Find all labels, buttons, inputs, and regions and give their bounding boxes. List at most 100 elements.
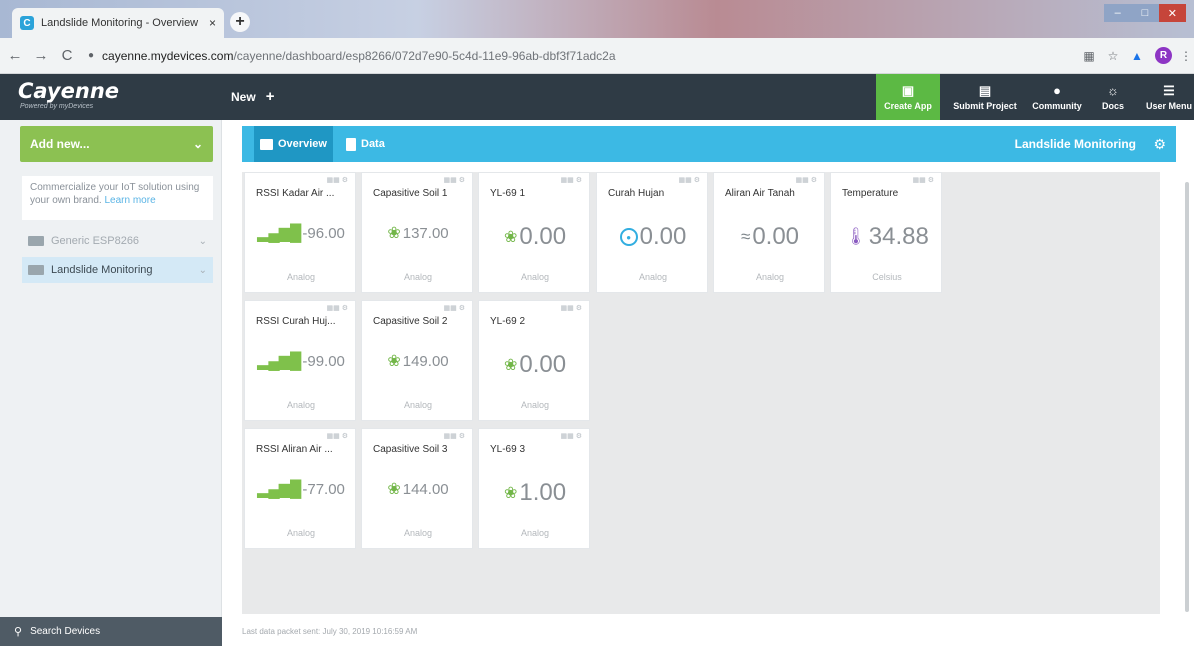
widget-tile[interactable]: ▦▦ ⚙ YL-69 3 ❀ 1.00 Analog bbox=[478, 428, 590, 549]
submit-project-button[interactable]: ▤ Submit Project bbox=[948, 74, 1022, 120]
widget-unit: Analog bbox=[520, 528, 550, 538]
widget-tile[interactable]: ▦▦ ⚙ Curah Hujan ● 0.00 Analog bbox=[596, 172, 708, 293]
widget-value: -77.00 bbox=[302, 480, 345, 498]
widget-name: Temperature bbox=[842, 188, 899, 199]
chevron-down-icon[interactable]: ⌄ bbox=[199, 265, 207, 276]
browser-tab-title: Landslide Monitoring - Overview bbox=[41, 17, 199, 29]
widget-tile[interactable]: ▦▦ ⚙ Temperature 🌡 34.88 Celsius bbox=[830, 172, 942, 293]
url-path: /cayenne/dashboard/esp8266/072d7e90-5c4d… bbox=[233, 48, 616, 63]
sidebar: Add new... ⌄ Commercialize your IoT solu… bbox=[0, 120, 222, 646]
chevron-down-icon[interactable]: ⌄ bbox=[199, 236, 207, 247]
widget-actions[interactable]: ▦▦ ⚙ bbox=[444, 432, 465, 440]
docs-label: Docs bbox=[1101, 100, 1124, 111]
sidebar-item-generic-esp8266[interactable]: Generic ESP8266 ⌄ bbox=[22, 228, 213, 254]
app-header: Cayenne Powered by myDevices New + ▣ Crea… bbox=[0, 74, 1194, 120]
add-new-label: Add new... bbox=[30, 137, 90, 151]
tab-overview[interactable]: Overview bbox=[254, 126, 333, 162]
widget-actions[interactable]: ▦▦ ⚙ bbox=[561, 432, 582, 440]
widget-unit: Analog bbox=[403, 528, 433, 538]
browser-tab[interactable]: C Landslide Monitoring - Overview × bbox=[12, 8, 224, 38]
widget-actions[interactable]: ▦▦ ⚙ bbox=[444, 176, 465, 184]
widget-tile[interactable]: ▦▦ ⚙ Aliran Air Tanah ≈0.00 Analog bbox=[713, 172, 825, 293]
community-button[interactable]: ● Community bbox=[1029, 74, 1085, 120]
widget-value-row: ● 0.00 bbox=[597, 223, 709, 251]
widget-name: RSSI Kadar Air ... bbox=[256, 188, 335, 199]
widget-actions[interactable]: ▦▦ ⚙ bbox=[327, 304, 348, 312]
widget-actions[interactable]: ▦▦ ⚙ bbox=[561, 304, 582, 312]
address-bar[interactable]: ● cayenne.mydevices.com/cayenne/dashboar… bbox=[88, 44, 1067, 68]
widget-tile[interactable]: ▦▦ ⚙ RSSI Curah Huj... ▂▄▆█ -99.00 Analog bbox=[244, 300, 356, 421]
widget-tile[interactable]: ▦▦ ⚙ Capasitive Soil 3 ❀ 144.00 Analog bbox=[361, 428, 473, 549]
close-tab-icon[interactable]: × bbox=[209, 16, 216, 30]
tab-data[interactable]: Data bbox=[342, 126, 389, 162]
bookmark-star-icon[interactable]: ☆ bbox=[1101, 49, 1125, 63]
add-new-button[interactable]: Add new... ⌄ bbox=[20, 126, 213, 162]
plant-icon: ❀ bbox=[387, 481, 401, 498]
widget-unit: Analog bbox=[520, 400, 550, 410]
submit-project-icon: ▤ bbox=[978, 82, 992, 98]
widget-tile[interactable]: ▦▦ ⚙ Capasitive Soil 2 ❀ 149.00 Analog bbox=[361, 300, 473, 421]
cayenne-logo[interactable]: Cayenne Powered by myDevices bbox=[18, 79, 119, 110]
close-window-icon[interactable]: ✕ bbox=[1158, 4, 1186, 22]
user-menu-button[interactable]: ☰ User Menu bbox=[1144, 74, 1194, 120]
widget-value-row: ❀ 149.00 bbox=[362, 351, 474, 371]
widget-actions[interactable]: ▦▦ ⚙ bbox=[796, 176, 817, 184]
widget-actions[interactable]: ▦▦ ⚙ bbox=[327, 176, 348, 184]
minimize-icon[interactable]: – bbox=[1104, 4, 1132, 22]
widget-unit: Analog bbox=[638, 272, 668, 282]
brand-subtitle: Powered by myDevices bbox=[20, 103, 94, 110]
forward-arrow-icon[interactable]: → bbox=[30, 47, 52, 64]
promo-box: Commercialize your IoT solution using yo… bbox=[22, 176, 213, 220]
hamburger-icon: ☰ bbox=[1163, 82, 1175, 98]
new-menu-button[interactable]: New + bbox=[231, 88, 274, 105]
widget-name: Capasitive Soil 3 bbox=[373, 444, 448, 455]
widget-tile[interactable]: ▦▦ ⚙ RSSI Kadar Air ... ▂▄▆█ -96.00 Analog bbox=[244, 172, 356, 293]
gear-icon[interactable]: ⚙ bbox=[1153, 136, 1166, 153]
learn-more-link[interactable]: Learn more bbox=[105, 195, 156, 206]
maximize-icon[interactable]: □ bbox=[1131, 4, 1159, 22]
create-app-icon: ▣ bbox=[901, 82, 915, 98]
plant-icon: ❀ bbox=[503, 357, 518, 374]
device-icon bbox=[28, 265, 44, 275]
create-app-button[interactable]: ▣ Create App bbox=[876, 74, 940, 120]
community-label: Community bbox=[1032, 100, 1082, 111]
scrollbar[interactable] bbox=[1185, 182, 1189, 612]
widget-actions[interactable]: ▦▦ ⚙ bbox=[679, 176, 700, 184]
url-domain: cayenne.mydevices.com bbox=[102, 48, 234, 63]
signal-bars-icon: ▂▄▆█ bbox=[257, 225, 301, 242]
browser-titlebar: C Landslide Monitoring - Overview × + – … bbox=[0, 0, 1194, 38]
new-tab-button[interactable]: + bbox=[230, 12, 250, 32]
widget-value-row: 🌡 34.88 bbox=[831, 223, 943, 251]
tab-data-label: Data bbox=[361, 138, 385, 150]
translate-icon[interactable]: ▦ bbox=[1077, 49, 1101, 63]
back-arrow-icon[interactable]: ← bbox=[4, 47, 26, 64]
chevron-down-icon: ⌄ bbox=[192, 137, 203, 151]
widget-value: 0.00 bbox=[519, 223, 567, 250]
widget-unit: Celsius bbox=[872, 272, 902, 282]
widget-name: Capasitive Soil 2 bbox=[373, 316, 448, 327]
docs-button[interactable]: ☼ Docs bbox=[1098, 74, 1128, 120]
thermometer-icon: 🌡 bbox=[845, 227, 867, 246]
data-icon bbox=[346, 137, 356, 151]
water-flow-icon: ≈ bbox=[740, 227, 751, 246]
widget-unit: Analog bbox=[520, 272, 550, 282]
widget-tile[interactable]: ▦▦ ⚙ Capasitive Soil 1 ❀ 137.00 Analog bbox=[361, 172, 473, 293]
extension-icon[interactable]: ▲ bbox=[1125, 49, 1149, 63]
widget-actions[interactable]: ▦▦ ⚙ bbox=[327, 432, 348, 440]
widget-value: 0.00 bbox=[639, 223, 687, 250]
widget-tile[interactable]: ▦▦ ⚙ YL-69 2 ❀ 0.00 Analog bbox=[478, 300, 590, 421]
widget-name: RSSI Aliran Air ... bbox=[256, 444, 333, 455]
profile-avatar[interactable]: R bbox=[1155, 47, 1172, 64]
widget-actions[interactable]: ▦▦ ⚙ bbox=[444, 304, 465, 312]
reload-icon[interactable]: C bbox=[56, 47, 78, 64]
dashboard-main: Overview Data Landslide Monitoring ⚙ ▦▦ … bbox=[222, 120, 1194, 646]
widget-tile[interactable]: ▦▦ ⚙ YL-69 1 ❀ 0.00 Analog bbox=[478, 172, 590, 293]
sidebar-item-landslide-monitoring[interactable]: Landslide Monitoring ⌄ bbox=[22, 257, 213, 283]
search-devices-input[interactable]: ⚲ Search Devices bbox=[0, 617, 222, 646]
browser-menu-icon[interactable]: ⋮ bbox=[1178, 49, 1194, 63]
widget-tile[interactable]: ▦▦ ⚙ RSSI Aliran Air ... ▂▄▆█ -77.00 Analog bbox=[244, 428, 356, 549]
plant-icon: ❀ bbox=[503, 485, 518, 502]
widget-actions[interactable]: ▦▦ ⚙ bbox=[913, 176, 934, 184]
plant-icon: ❀ bbox=[387, 353, 401, 370]
widget-actions[interactable]: ▦▦ ⚙ bbox=[561, 176, 582, 184]
